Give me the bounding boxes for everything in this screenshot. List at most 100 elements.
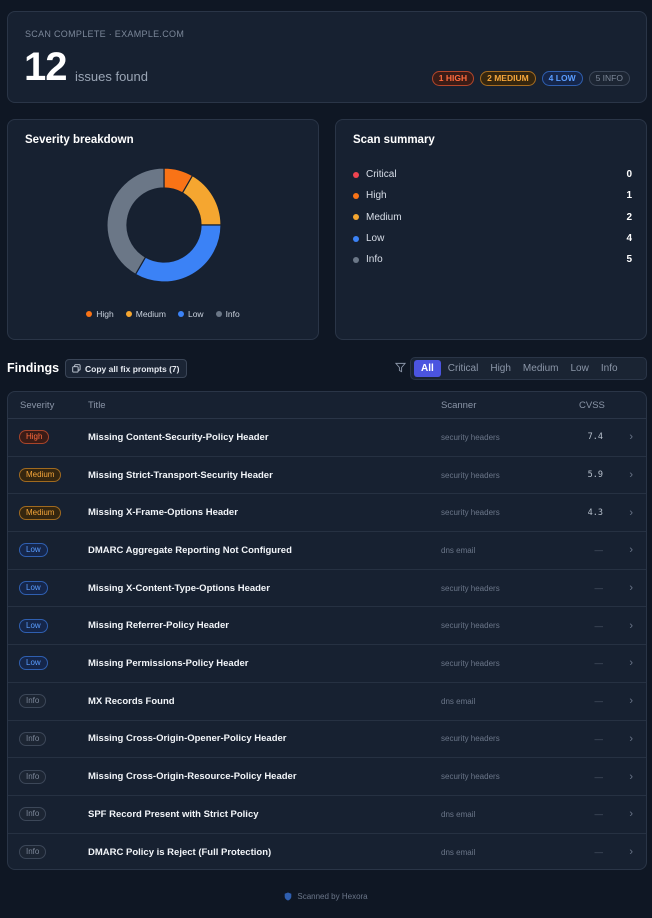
chevron-right-icon[interactable]: ›: [629, 657, 633, 669]
finding-cvss: —: [594, 733, 604, 744]
severity-breakdown-card: Severity breakdown High Medium Low Info: [7, 119, 319, 340]
tab-medium[interactable]: Medium: [518, 360, 564, 377]
table-row[interactable]: Info DMARC Policy is Reject (Full Protect…: [8, 834, 646, 869]
summary-dot: [353, 171, 359, 178]
donut-slice-info[interactable]: [106, 167, 165, 276]
table-row[interactable]: Info MX Records Found dns email — ›: [8, 683, 646, 721]
finding-title: Missing Referrer-Policy Header: [88, 620, 229, 632]
table-row[interactable]: Low Missing Permissions-Policy Header secu…: [8, 645, 646, 683]
donut-slice-medium[interactable]: [181, 174, 222, 226]
legend-dot: [125, 311, 132, 317]
summary-dot: [353, 256, 359, 263]
copy-icon: [72, 364, 81, 373]
table-row[interactable]: Medium Missing X-Frame-Options Header secu…: [8, 494, 646, 533]
summary-row-medium: Medium 2: [353, 207, 632, 228]
scan-header: SCAN COMPLETE · EXAMPLE.COM 12 issues fo…: [7, 11, 647, 103]
finding-cvss: 5.9: [587, 470, 603, 481]
copy-fix-prompts-button[interactable]: Copy all fix prompts (7): [65, 359, 188, 378]
severity-badge: Medium: [19, 468, 62, 483]
findings-toolbar: Findings Copy all fix prompts (7) All Cri…: [7, 357, 647, 381]
severity-badge: Info: [19, 807, 47, 822]
legend-item-high: High: [86, 309, 114, 319]
tab-critical[interactable]: Critical: [443, 360, 484, 377]
finding-scanner: dns email: [441, 696, 476, 706]
finding-scanner: security headers: [441, 621, 500, 631]
filter-icon[interactable]: [395, 362, 406, 373]
tab-info[interactable]: Info: [596, 360, 623, 377]
summary-dot: [353, 214, 359, 221]
table-row[interactable]: Low Missing Referrer-Policy Header securit…: [8, 607, 646, 646]
summary-label: High: [366, 190, 387, 202]
tab-high[interactable]: High: [485, 360, 516, 377]
legend-label: High: [96, 309, 114, 319]
severity-badge: Info: [19, 731, 47, 746]
summary-value: 5: [626, 254, 632, 266]
finding-cvss: —: [594, 809, 604, 820]
finding-cvss: —: [594, 583, 604, 594]
chevron-right-icon[interactable]: ›: [629, 846, 633, 858]
table-row[interactable]: Info SPF Record Present with Strict Polic…: [8, 796, 646, 834]
issue-count-label: issues found: [75, 69, 148, 84]
finding-scanner: security headers: [441, 432, 500, 442]
finding-title: Missing Cross-Origin-Opener-Policy Heade…: [88, 733, 287, 745]
table-row[interactable]: Info Missing Cross-Origin-Opener-Policy H…: [8, 721, 646, 759]
legend-item-low: Low: [177, 309, 204, 319]
chevron-right-icon[interactable]: ›: [629, 544, 633, 556]
table-body: High Missing Content-Security-Policy Head…: [8, 419, 646, 869]
findings-table: Severity Title Scanner CVSS High Missing …: [7, 391, 647, 870]
chevron-right-icon[interactable]: ›: [629, 733, 633, 745]
chevron-right-icon[interactable]: ›: [629, 771, 633, 783]
pill-info: 5 INFO: [588, 71, 630, 86]
shield-icon: [285, 892, 292, 901]
summary-list: Critical 0 High 1 Medium 2 Low 4 Info 5: [353, 164, 632, 270]
finding-cvss: —: [594, 620, 604, 631]
col-cvss[interactable]: CVSS: [579, 400, 605, 411]
severity-badge: Info: [19, 845, 47, 860]
table-row[interactable]: Medium Missing Strict-Transport-Security …: [8, 457, 646, 495]
col-title[interactable]: Title: [88, 400, 106, 411]
footer: Scanned by Hexora: [0, 892, 652, 901]
finding-scanner: dns email: [441, 847, 476, 857]
chevron-right-icon[interactable]: ›: [629, 431, 633, 443]
summary-label: Critical: [366, 169, 397, 181]
findings-title: Findings: [7, 361, 60, 375]
legend-item-info: Info: [215, 309, 240, 319]
severity-breakdown-title: Severity breakdown: [25, 134, 134, 146]
finding-scanner: dns email: [441, 809, 476, 819]
col-severity[interactable]: Severity: [20, 400, 54, 411]
chevron-right-icon[interactable]: ›: [629, 582, 633, 594]
col-scanner[interactable]: Scanner: [441, 400, 476, 411]
pill-medium: 2 MEDIUM: [480, 71, 536, 86]
finding-title: Missing Cross-Origin-Resource-Policy Hea…: [88, 771, 297, 783]
donut-slice-low[interactable]: [134, 224, 222, 283]
finding-scanner: dns email: [441, 545, 476, 555]
tab-all[interactable]: All: [414, 360, 441, 377]
chevron-right-icon[interactable]: ›: [629, 808, 633, 820]
summary-dot: [353, 235, 359, 242]
severity-filter-tabs: All Critical High Medium Low Info: [410, 357, 647, 380]
chevron-right-icon[interactable]: ›: [629, 469, 633, 481]
table-row[interactable]: Low Missing X-Content-Type-Options Header…: [8, 570, 646, 608]
finding-cvss: —: [594, 847, 604, 858]
chevron-right-icon[interactable]: ›: [629, 507, 633, 519]
summary-row-low: Low 4: [353, 228, 632, 249]
scan-summary-card: Scan summary Critical 0 High 1 Medium 2 Low 4 In…: [335, 119, 647, 340]
finding-cvss: —: [594, 771, 604, 782]
table-row[interactable]: Low DMARC Aggregate Reporting Not Configu…: [8, 532, 646, 570]
table-row[interactable]: High Missing Content-Security-Policy Head…: [8, 419, 646, 457]
finding-scanner: security headers: [441, 734, 500, 744]
footer-text: Scanned by Hexora: [297, 892, 368, 901]
summary-label: Medium: [366, 211, 402, 223]
finding-title: SPF Record Present with Strict Policy: [88, 808, 259, 820]
chevron-right-icon[interactable]: ›: [629, 620, 633, 632]
finding-cvss: —: [594, 658, 604, 669]
legend-label: Info: [225, 309, 240, 319]
table-row[interactable]: Info Missing Cross-Origin-Resource-Policy…: [8, 758, 646, 796]
severity-badge: Low: [19, 656, 48, 671]
chevron-right-icon[interactable]: ›: [629, 695, 633, 707]
finding-scanner: security headers: [441, 658, 500, 668]
finding-cvss: —: [594, 696, 604, 707]
scan-eyebrow: SCAN COMPLETE · EXAMPLE.COM: [25, 29, 185, 39]
summary-row-high: High 1: [353, 185, 632, 206]
tab-low[interactable]: Low: [566, 360, 594, 377]
